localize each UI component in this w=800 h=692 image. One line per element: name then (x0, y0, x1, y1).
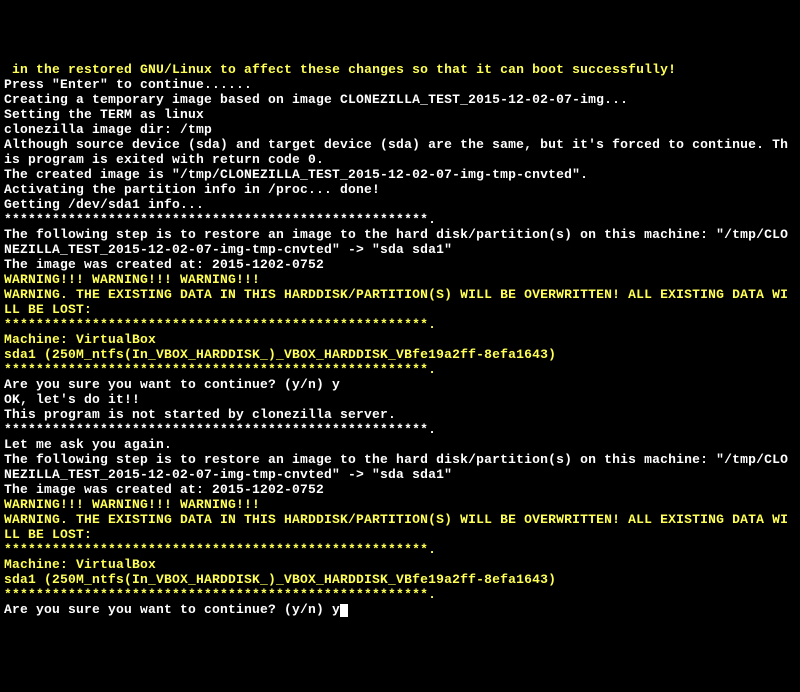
terminal-line: Getting /dev/sda1 info... (4, 197, 796, 212)
terminal-line: Let me ask you again. (4, 437, 796, 452)
terminal-line: OK, let's do it!! (4, 392, 796, 407)
terminal-line: Press "Enter" to continue...... (4, 77, 796, 92)
terminal-line: sda1 (250M_ntfs(In_VBOX_HARDDISK_)_VBOX_… (4, 347, 796, 362)
terminal-line: Machine: VirtualBox (4, 332, 796, 347)
terminal-line: WARNING!!! WARNING!!! WARNING!!! (4, 497, 796, 512)
terminal-line: The created image is "/tmp/CLONEZILLA_TE… (4, 167, 796, 182)
terminal-line: sda1 (250M_ntfs(In_VBOX_HARDDISK_)_VBOX_… (4, 572, 796, 587)
terminal-line: ****************************************… (4, 362, 796, 377)
terminal-line: Setting the TERM as linux (4, 107, 796, 122)
terminal-line: ****************************************… (4, 212, 796, 227)
terminal-line: The image was created at: 2015-1202-0752 (4, 482, 796, 497)
terminal-line: ****************************************… (4, 422, 796, 437)
terminal-line: The following step is to restore an imag… (4, 452, 796, 482)
terminal-line: Are you sure you want to continue? (y/n)… (4, 602, 796, 617)
terminal-line: WARNING. THE EXISTING DATA IN THIS HARDD… (4, 512, 796, 542)
terminal-line: ****************************************… (4, 317, 796, 332)
terminal-line: The image was created at: 2015-1202-0752 (4, 257, 796, 272)
terminal-line: clonezilla image dir: /tmp (4, 122, 796, 137)
terminal-line: This program is not started by clonezill… (4, 407, 796, 422)
terminal-cursor (340, 604, 348, 617)
terminal-line: Machine: VirtualBox (4, 557, 796, 572)
terminal-line: Are you sure you want to continue? (y/n)… (4, 377, 796, 392)
terminal-line: WARNING!!! WARNING!!! WARNING!!! (4, 272, 796, 287)
terminal-line: Creating a temporary image based on imag… (4, 92, 796, 107)
terminal-output[interactable]: in the restored GNU/Linux to affect thes… (4, 62, 796, 617)
terminal-line: Although source device (sda) and target … (4, 137, 796, 167)
terminal-line: Activating the partition info in /proc..… (4, 182, 796, 197)
terminal-line: ****************************************… (4, 542, 796, 557)
terminal-line: in the restored GNU/Linux to affect thes… (4, 62, 796, 77)
terminal-line: WARNING. THE EXISTING DATA IN THIS HARDD… (4, 287, 796, 317)
terminal-line: The following step is to restore an imag… (4, 227, 796, 257)
